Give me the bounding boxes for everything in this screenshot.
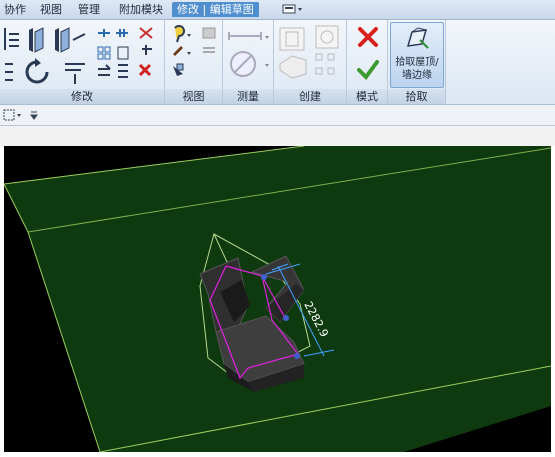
panel-mode-label: 模式 xyxy=(347,89,387,104)
panel-modify-label: 修改 xyxy=(0,89,164,104)
panel-create: 创建 xyxy=(274,20,347,104)
tab-collaborate[interactable]: 协作 xyxy=(4,2,26,17)
panel-measure: 测量 xyxy=(223,20,274,104)
ribbon-tab-bar: 协作 视图 管理 附加模块 修改 | 编辑草图 xyxy=(0,0,555,20)
3d-viewport[interactable]: 2282.9 xyxy=(4,146,551,452)
sketch-vertex[interactable] xyxy=(283,315,289,321)
panel-pick-label: 拾取 xyxy=(388,89,445,104)
panel-pick: 拾取屋顶/ 墙边缘 拾取 xyxy=(388,20,446,104)
tab-addins[interactable]: 附加模块 xyxy=(119,2,163,17)
sketch-vertex[interactable] xyxy=(294,353,300,359)
panel-create-label: 创建 xyxy=(274,89,346,104)
panel-view-label: 视图 xyxy=(165,89,222,104)
cancel-edit-mode-icon[interactable] xyxy=(357,26,379,48)
view-header-strip xyxy=(0,126,555,146)
tab-manage[interactable]: 管理 xyxy=(78,2,100,17)
pick-roof-wall-edge-button[interactable]: 拾取屋顶/ 墙边缘 xyxy=(390,22,444,88)
tab-modify-edit-sketch[interactable]: 修改 | 编辑草图 xyxy=(172,2,259,17)
create-tools-icons[interactable] xyxy=(278,24,344,82)
edit-tools-icons[interactable] xyxy=(96,25,160,81)
rotate-offset-icons[interactable] xyxy=(3,58,93,86)
model-view-canvas[interactable]: 2282.9 xyxy=(4,146,551,452)
quick-access-dropdown[interactable] xyxy=(281,3,305,15)
align-tools-icons[interactable] xyxy=(3,26,93,54)
pick-button-label-line2: 墙边缘 xyxy=(402,70,432,81)
ribbon: 修改 视图 测量 创建 模式 拾取屋顶/ 墙边缘 拾取 xyxy=(0,20,555,105)
window-icon xyxy=(282,4,302,14)
pick-edge-icon xyxy=(406,27,429,49)
pick-button-label-line1: 拾取屋顶/ xyxy=(395,57,439,68)
selection-filter-icon[interactable] xyxy=(3,109,43,121)
panel-mode: 模式 xyxy=(347,20,388,104)
sketch-vertex[interactable] xyxy=(261,274,267,280)
finish-edit-mode-icon[interactable] xyxy=(357,58,379,80)
tab-view[interactable]: 视图 xyxy=(40,2,62,17)
panel-modify: 修改 xyxy=(0,20,165,104)
measure-tools-icons[interactable] xyxy=(227,26,271,82)
panel-measure-label: 测量 xyxy=(223,89,273,104)
options-bar xyxy=(0,105,555,126)
panel-view: 视图 xyxy=(165,20,223,104)
view-tools-icons[interactable] xyxy=(169,24,219,82)
